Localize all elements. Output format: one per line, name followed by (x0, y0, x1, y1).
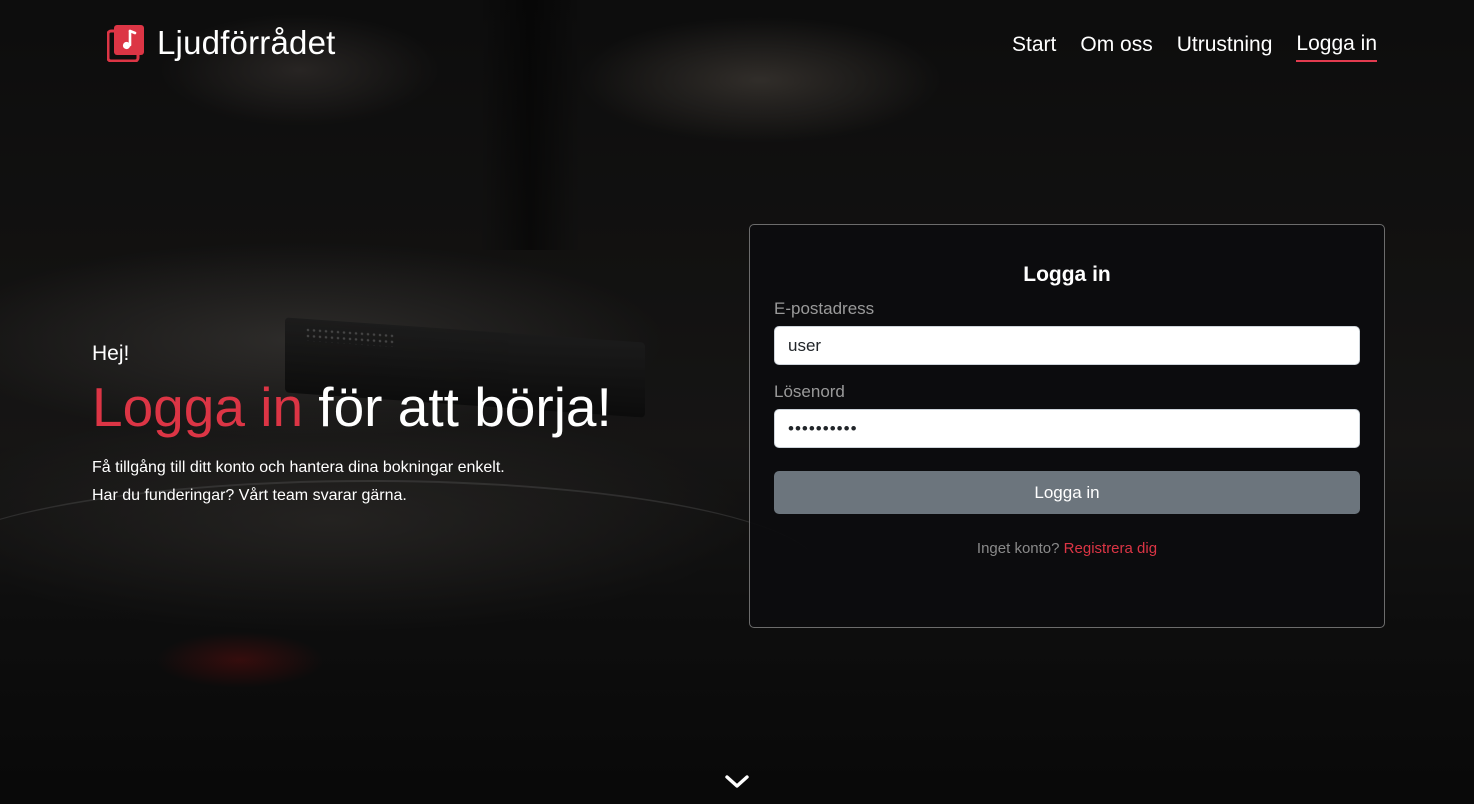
hero-headline-rest: för att börja! (303, 376, 612, 438)
brand-link[interactable]: Ljudförrådet (106, 24, 336, 63)
hero-section: Hej! Logga in för att börja! Få tillgång… (92, 342, 712, 510)
login-title: Logga in (1023, 263, 1111, 286)
email-label: E-postadress (774, 299, 875, 318)
email-field[interactable] (774, 326, 1360, 365)
hero-description-line1: Få tillgång till ditt konto och hantera … (92, 459, 505, 476)
login-card: Logga in E-postadress Lösenord Logga in … (749, 224, 1385, 628)
nav-item-om-oss[interactable]: Om oss (1080, 33, 1152, 61)
hero-headline: Logga in för att börja! (92, 376, 712, 438)
register-link[interactable]: Registrera dig (1064, 540, 1157, 557)
no-account-text: Inget konto? (976, 540, 1060, 557)
chevron-down-icon[interactable] (724, 772, 750, 792)
brand-name: Ljudförrådet (157, 24, 336, 61)
password-label: Lösenord (774, 382, 845, 401)
hero-greeting: Hej! (92, 342, 130, 365)
register-prompt: Inget konto? Registrera dig (774, 540, 1360, 557)
music-note-icon (106, 24, 145, 63)
main-nav: Start Om oss Utrustning Logga in (1012, 32, 1377, 62)
password-field[interactable] (774, 409, 1360, 448)
hero-description-line2: Har du funderingar? Vårt team svarar gär… (92, 487, 407, 504)
nav-item-logga-in[interactable]: Logga in (1296, 32, 1377, 62)
site-header: Ljudförrådet Start Om oss Utrustning Log… (0, 0, 1474, 90)
nav-item-start[interactable]: Start (1012, 33, 1056, 61)
nav-item-utrustning[interactable]: Utrustning (1177, 33, 1273, 61)
login-submit-button[interactable]: Logga in (774, 471, 1360, 514)
hero-headline-accent: Logga in (92, 376, 304, 438)
